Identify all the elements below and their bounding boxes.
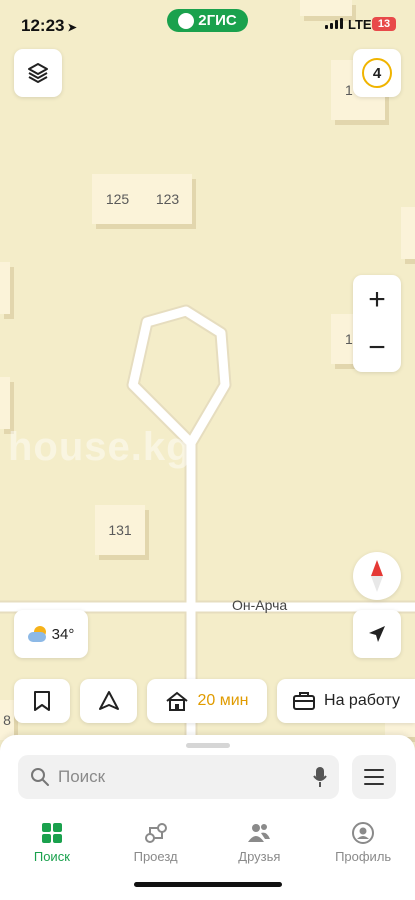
- home-route-button[interactable]: 20 мин: [147, 679, 267, 723]
- building-number: 8: [3, 712, 11, 728]
- tab-label: Поиск: [33, 849, 70, 864]
- sheet-grabber[interactable]: [186, 743, 230, 748]
- home-indicator: [134, 882, 282, 887]
- compass-icon: [371, 560, 383, 592]
- bookmarks-button[interactable]: [14, 679, 70, 723]
- signal-icon: [325, 18, 343, 29]
- menu-button[interactable]: [352, 755, 396, 799]
- layers-button[interactable]: [14, 49, 62, 97]
- building[interactable]: 131: [95, 505, 145, 555]
- building-number: 1: [345, 331, 353, 347]
- tab-bar: Поиск Проезд Друзья Профиль: [0, 813, 415, 873]
- building[interactable]: 8: [0, 700, 14, 740]
- status-bar: 12:23 ➤ 2ГИС LTE 13: [0, 0, 415, 44]
- route-icon: [144, 823, 167, 843]
- time-text: 12:23: [21, 16, 65, 35]
- microphone-icon[interactable]: [313, 766, 327, 788]
- watermark: house.kg: [8, 425, 192, 469]
- battery-icon: 13: [372, 17, 396, 31]
- grid-icon: [41, 823, 62, 843]
- tab-friends[interactable]: Друзья: [208, 813, 312, 873]
- work-route-button[interactable]: На работу: [277, 679, 415, 723]
- navigator-button[interactable]: [80, 679, 137, 723]
- search-icon: [31, 768, 49, 786]
- home-icon: [166, 691, 189, 711]
- work-label: На работу: [324, 692, 400, 709]
- bookmark-icon: [34, 691, 50, 711]
- tab-label: Друзья: [238, 849, 281, 864]
- battery-level: 13: [377, 18, 391, 30]
- home-eta: 20 мин: [197, 692, 249, 709]
- network-label: LTE: [348, 17, 372, 32]
- search-bar[interactable]: [18, 755, 339, 799]
- tab-label: Профиль: [335, 849, 392, 864]
- building: [401, 207, 415, 259]
- profile-icon: [352, 822, 375, 844]
- briefcase-icon: [293, 692, 316, 710]
- building: [0, 377, 10, 429]
- zoom-in-button[interactable]: +: [353, 276, 401, 324]
- building-number: 131: [108, 522, 132, 538]
- partly-cloudy-icon: [27, 626, 48, 642]
- location-arrow-icon: [369, 626, 385, 642]
- building[interactable]: 123: [143, 174, 192, 224]
- building[interactable]: 125: [92, 174, 143, 224]
- location-arrow-icon: ➤: [67, 22, 77, 34]
- building-number: 125: [105, 191, 130, 207]
- bottom-sheet: Поиск Проезд Друзья Профиль: [0, 735, 415, 900]
- zoom-out-button[interactable]: −: [353, 324, 401, 372]
- brand-logo[interactable]: 2ГИС: [167, 9, 248, 32]
- weather-widget[interactable]: 34°: [14, 610, 88, 658]
- friends-icon: [248, 824, 271, 842]
- duck-icon: [178, 12, 195, 29]
- tab-route[interactable]: Проезд: [104, 813, 208, 873]
- notification-count: 4: [362, 58, 392, 88]
- building-number: 123: [155, 191, 180, 207]
- layers-icon: [28, 63, 48, 83]
- search-input[interactable]: [58, 767, 305, 787]
- notifications-button[interactable]: 4: [353, 49, 401, 97]
- weather-temp: 34°: [51, 625, 75, 643]
- tab-label: Проезд: [133, 849, 178, 864]
- status-time: 12:23 ➤: [21, 16, 77, 36]
- street-label: Он-Арча: [232, 597, 288, 613]
- my-location-button[interactable]: [353, 610, 401, 658]
- tab-search[interactable]: Поиск: [0, 813, 104, 873]
- building: [0, 262, 10, 314]
- building-number: 1: [345, 82, 353, 98]
- tab-profile[interactable]: Профиль: [311, 813, 415, 873]
- zoom-controls: + −: [353, 275, 401, 372]
- navigator-icon: [98, 691, 119, 710]
- brand-text: 2ГИС: [198, 12, 237, 29]
- compass-button[interactable]: [353, 552, 401, 600]
